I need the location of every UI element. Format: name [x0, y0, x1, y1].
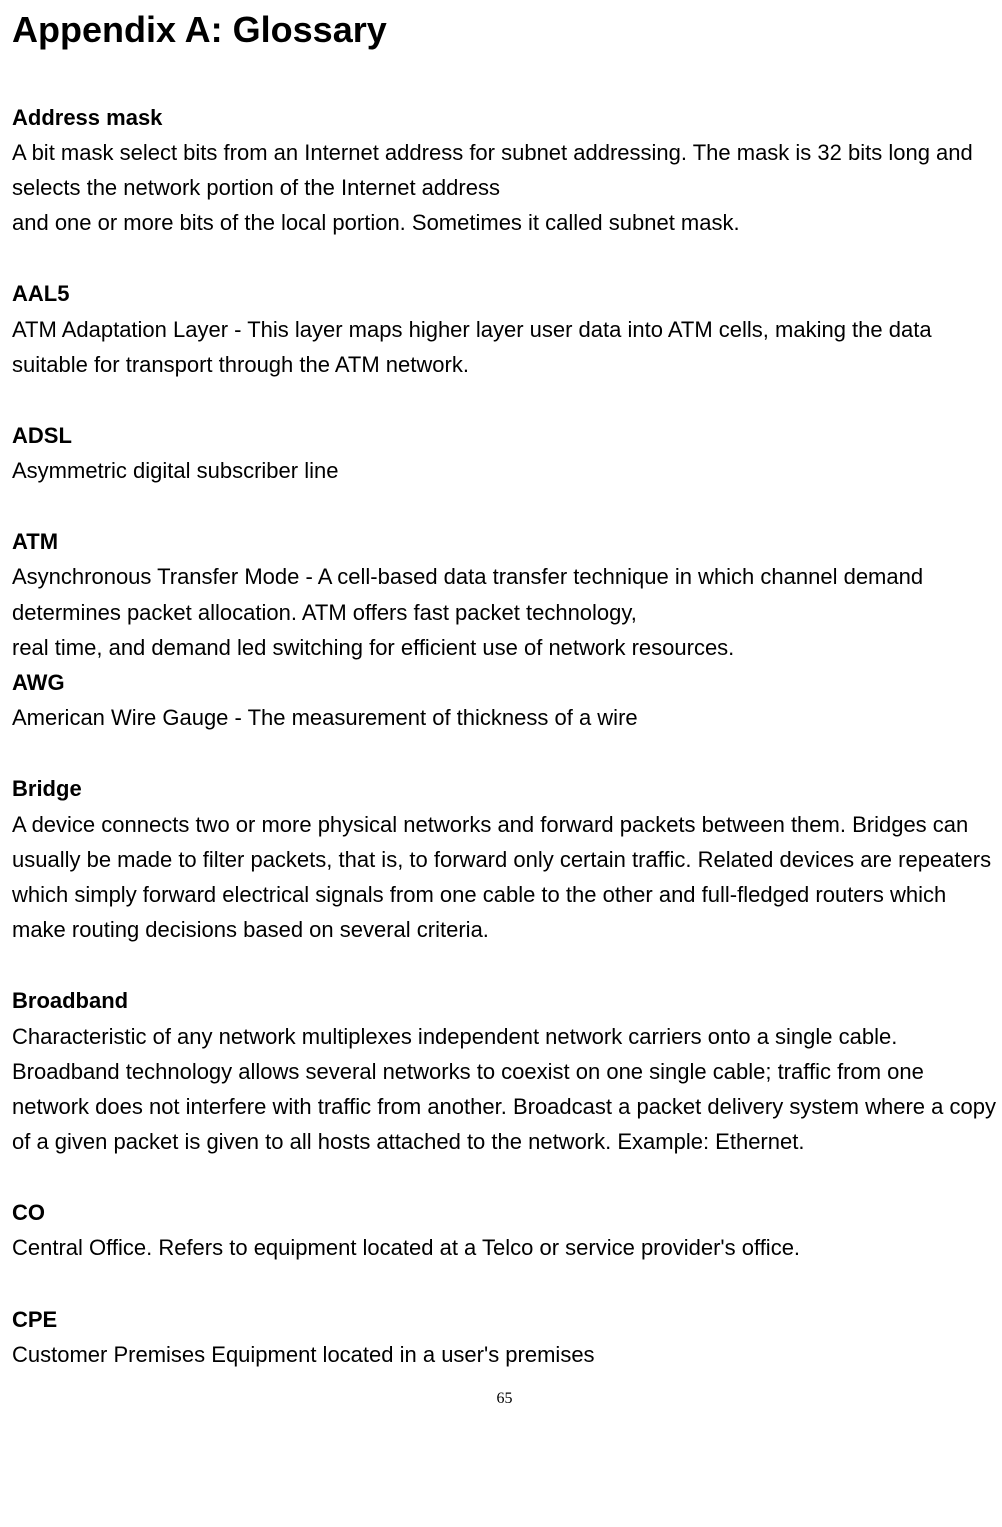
- glossary-term: CPE: [12, 1302, 997, 1337]
- glossary-term: Bridge: [12, 771, 997, 806]
- glossary-term: ATM: [12, 524, 997, 559]
- spacer: [12, 947, 997, 983]
- glossary-term: CO: [12, 1195, 997, 1230]
- glossary-definition: American Wire Gauge - The measurement of…: [12, 700, 997, 735]
- glossary-term: AWG: [12, 665, 997, 700]
- glossary-entries: Address maskA bit mask select bits from …: [12, 100, 997, 1372]
- glossary-term: ADSL: [12, 418, 997, 453]
- spacer: [12, 382, 997, 418]
- glossary-definition: Asymmetric digital subscriber line: [12, 453, 997, 488]
- page-title: Appendix A: Glossary: [12, 10, 997, 50]
- glossary-term: Address mask: [12, 100, 997, 135]
- glossary-definition: Asynchronous Transfer Mode - A cell-base…: [12, 559, 997, 629]
- glossary-definition: and one or more bits of the local portio…: [12, 205, 997, 240]
- spacer: [12, 488, 997, 524]
- spacer: [12, 1159, 997, 1195]
- spacer: [12, 1266, 997, 1302]
- glossary-term: Broadband: [12, 983, 997, 1018]
- glossary-definition: ATM Adaptation Layer - This layer maps h…: [12, 312, 997, 382]
- spacer: [12, 735, 997, 771]
- glossary-definition: Customer Premises Equipment located in a…: [12, 1337, 997, 1372]
- page-number: 65: [12, 1390, 997, 1408]
- spacer: [12, 240, 997, 276]
- glossary-definition: Central Office. Refers to equipment loca…: [12, 1230, 997, 1265]
- glossary-definition: A device connects two or more physical n…: [12, 807, 997, 948]
- glossary-definition: A bit mask select bits from an Internet …: [12, 135, 997, 205]
- glossary-term: AAL5: [12, 276, 997, 311]
- glossary-definition: Characteristic of any network multiplexe…: [12, 1019, 997, 1160]
- glossary-definition: real time, and demand led switching for …: [12, 630, 997, 665]
